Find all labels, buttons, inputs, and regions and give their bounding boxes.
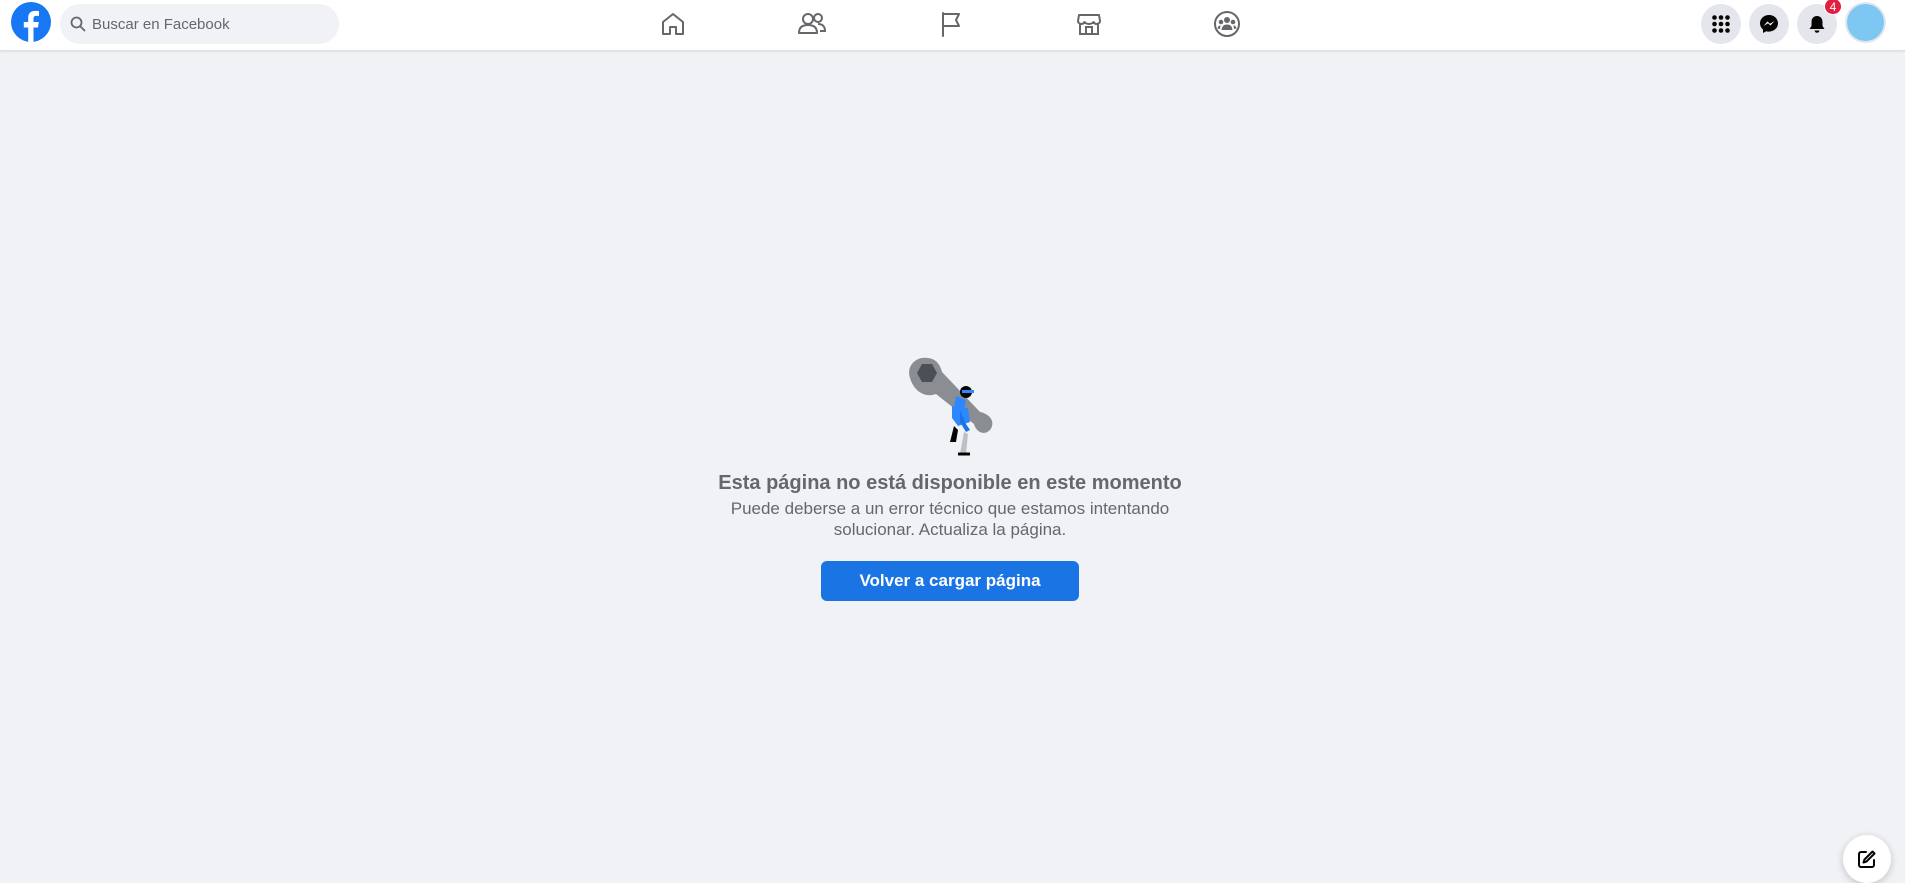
compose-message-icon [1858,850,1876,868]
menu-button[interactable] [1701,4,1741,44]
groups-icon [1214,11,1240,37]
menu-grid-icon [1712,15,1730,33]
search-input[interactable] [92,15,312,33]
facebook-logo[interactable] [11,2,51,42]
home-icon [662,13,684,35]
nav-friends[interactable] [780,6,844,42]
compose-message-button[interactable] [1843,835,1891,883]
notifications-bell-icon [1809,16,1825,33]
error-description: Puede deberse a un error técnico que est… [730,499,1170,539]
nav-marketplace[interactable] [1057,6,1121,42]
profile-avatar[interactable] [1845,2,1886,43]
pages-flag-icon [942,12,960,37]
top-navigation-bar: 4 [0,0,1905,51]
wrench-character-illustration [909,357,993,456]
messenger-icon [1760,15,1778,33]
search-icon [70,16,86,32]
error-title: Esta página no está disponible en este m… [718,472,1182,494]
search-box[interactable] [60,4,339,44]
reload-page-button[interactable]: Volver a cargar página [821,561,1079,601]
notifications-button[interactable]: 4 [1797,0,1842,44]
nav-pages[interactable] [919,6,983,42]
nav-groups[interactable] [1195,6,1259,42]
messenger-button[interactable] [1749,4,1789,44]
friends-icon [798,13,827,34]
error-panel: Esta página no está disponible en este m… [690,350,1210,601]
marketplace-icon [1077,14,1101,35]
nav-home[interactable] [641,6,705,42]
notifications-count-badge: 4 [1824,0,1842,15]
